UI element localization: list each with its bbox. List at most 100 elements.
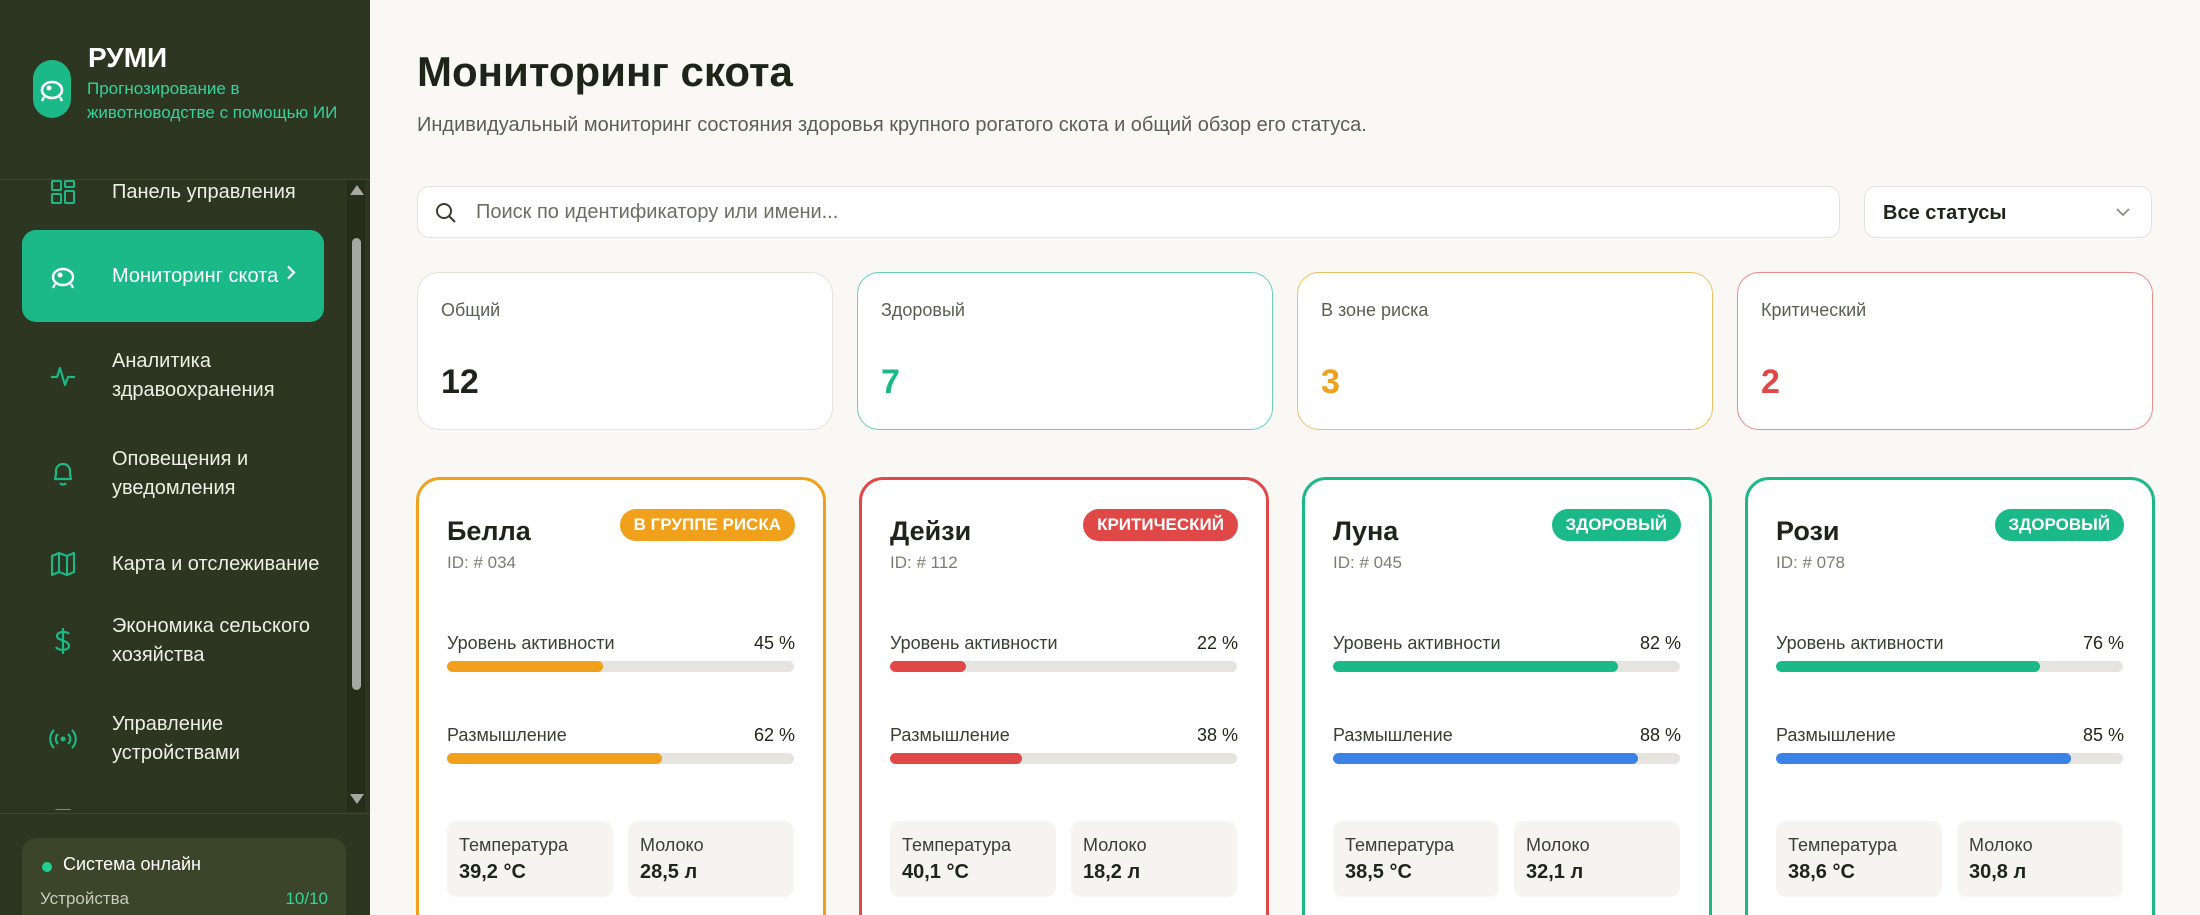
sidebar-item-economics[interactable]: Экономика сельского хозяйства [22,611,324,671]
sidebar-item-devices[interactable]: Управление устройствами [22,709,324,769]
brand-title: РУМИ [88,42,168,73]
broadcast-icon [44,726,82,752]
milk-value: 30,8 л [1969,861,2027,883]
temperature-value: 38,6 °C [1788,861,1855,883]
animal-card[interactable]: Луна ID: # 045 ЗДОРОВЫЙ Уровень активнос… [1302,477,1712,915]
activity-value: 82 % [1639,633,1681,653]
cattle-logo-icon [33,60,71,118]
animal-card[interactable]: Белла ID: # 034 В ГРУППЕ РИСКА Уровень а… [416,477,826,915]
rumination-value: 85 % [2082,725,2124,745]
milk-label: Молоко [1083,835,1147,855]
sidebar-item-label: Аналитика здравоохранения [112,350,275,401]
animal-card[interactable]: Дейзи ID: # 112 КРИТИЧЕСКИЙ Уровень акти… [859,477,1269,915]
activity-bar [1333,661,1680,672]
activity-label: Уровень активности [1333,633,1501,653]
main-content: Мониторинг скота Индивидуальный монитори… [370,0,2200,915]
temperature-label: Температура [459,835,569,855]
rumination-bar-fill [1333,753,1639,764]
rumination-value: 38 % [1196,725,1238,745]
animal-card[interactable]: Рози ID: # 078 ЗДОРОВЫЙ Уровень активнос… [1745,477,2155,915]
sidebar-nav: Панель управления Мониторинг скота Анали… [0,180,350,810]
temperature-label: Температура [1788,835,1898,855]
activity-bar [890,661,1237,672]
search-box[interactable] [417,186,1840,238]
sidebar-item-label: Оповещения и уведомления [112,448,249,499]
sidebar-divider [0,813,370,814]
stat-card-healthy: Здоровый 7 [857,272,1273,430]
activity-bar-fill [890,661,967,672]
status-badge: КРИТИЧЕСКИЙ [1083,509,1238,541]
temperature-value: 38,5 °C [1345,861,1412,883]
stat-value: 7 [881,363,900,401]
scroll-up-arrow-icon[interactable] [350,185,364,195]
bell-icon [44,460,82,488]
animal-id: ID: # 078 [1776,553,1845,572]
milk-tile: Молоко 32,1 л [1514,821,1680,897]
activity-label: Уровень активности [890,633,1058,653]
search-icon [434,201,458,230]
temperature-tile: Температура 38,5 °C [1333,821,1499,897]
sidebar-item-label: Управление устройствами [112,713,240,764]
system-status-panel: Система онлайн Устройства 10/10 [22,838,346,915]
animal-name: Белла [447,516,531,546]
activity-value: 76 % [2082,633,2124,653]
activity-icon [44,363,82,389]
sidebar-item-map[interactable]: Карта и отслеживание [22,542,324,586]
animal-name: Луна [1333,516,1399,546]
activity-value: 22 % [1196,633,1238,653]
activity-bar-fill [1776,661,2040,672]
dashboard-icon [44,180,82,205]
rumination-bar-fill [890,753,1022,764]
temperature-label: Температура [1345,835,1455,855]
rumination-bar-fill [447,753,663,764]
scroll-down-arrow-icon[interactable] [350,794,364,804]
status-filter-dropdown[interactable]: Все статусы [1864,186,2152,238]
rumination-label: Размышление [447,725,567,745]
cattle-icon [44,262,82,290]
sidebar-item-label: Экономика сельского хозяйства [112,615,311,666]
status-filter-value: Все статусы [1883,202,2007,224]
animal-id: ID: # 045 [1333,553,1402,572]
status-devices-count: 10/10 [285,889,328,908]
brand-subtitle: Прогнозирование в животноводстве с помощ… [87,79,338,122]
stat-label: Общий [441,300,501,320]
rumination-value: 88 % [1639,725,1681,745]
activity-label: Уровень активности [1776,633,1944,653]
milk-value: 18,2 л [1083,861,1141,883]
stat-value: 3 [1321,363,1340,401]
document-icon [44,808,82,810]
dollar-icon [44,626,82,656]
brand-header: РУМИ Прогнозирование в животноводстве с … [0,0,370,180]
sidebar-item-health-analytics[interactable]: Аналитика здравоохранения [22,346,324,406]
stat-card-at-risk: В зоне риска 3 [1297,272,1713,430]
milk-value: 32,1 л [1526,861,1584,883]
search-input[interactable] [476,197,1776,227]
sidebar-scrollbar[interactable] [347,180,365,812]
map-icon [44,551,82,577]
status-title: Система онлайн [63,854,201,874]
sidebar: РУМИ Прогнозирование в животноводстве с … [0,0,370,915]
rumination-bar [890,753,1237,764]
scroll-thumb[interactable] [352,238,361,690]
animal-id: ID: # 112 [890,553,958,572]
sidebar-item-label: Панель управления [112,180,296,203]
chevron-right-icon [284,262,298,291]
activity-bar [1776,661,2123,672]
temperature-tile: Температура 38,6 °C [1776,821,1942,897]
sidebar-item-cattle-monitoring[interactable]: Мониторинг скота [22,230,324,322]
temperature-tile: Температура 39,2 °C [447,821,613,897]
animal-name: Дейзи [890,516,972,546]
milk-label: Молоко [640,835,704,855]
sidebar-item-partial[interactable] [22,801,324,810]
sidebar-item-label: Карта и отслеживание [112,552,320,575]
milk-tile: Молоко 28,5 л [628,821,794,897]
temperature-value: 40,1 °C [902,861,969,883]
sidebar-item-alerts[interactable]: Оповещения и уведомления [22,444,324,504]
status-badge: ЗДОРОВЫЙ [1551,509,1681,541]
page-title: Мониторинг скота [417,48,793,95]
activity-value: 45 % [753,633,795,653]
animal-id: ID: # 034 [447,553,516,572]
milk-value: 28,5 л [640,861,698,883]
rumination-value: 62 % [753,725,795,745]
sidebar-item-dashboard[interactable]: Панель управления [22,180,324,216]
